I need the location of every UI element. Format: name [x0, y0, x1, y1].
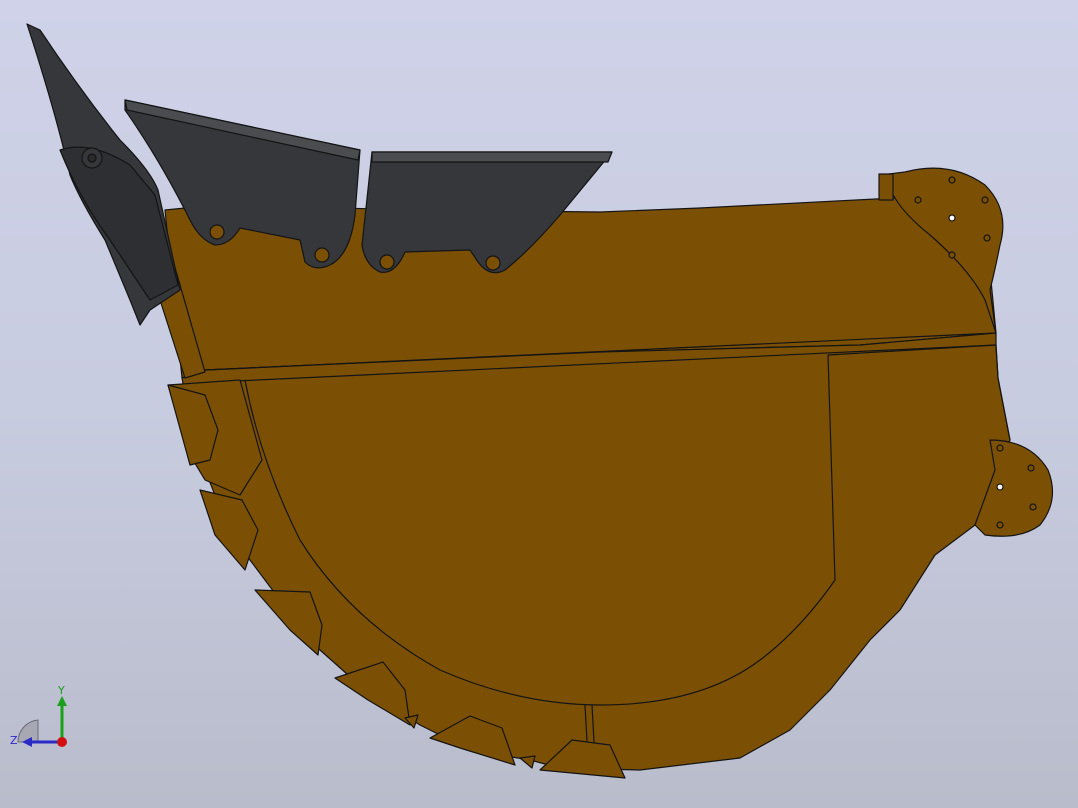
z-axis-label: Z	[10, 734, 18, 747]
graphics-viewport[interactable]: Y Z	[0, 0, 1078, 808]
pivot-bolt	[996, 444, 1004, 452]
pivot-hole	[948, 214, 956, 222]
pivot-bolt	[1029, 503, 1037, 511]
pivot-bolt	[983, 234, 991, 242]
pivot-bolt	[1027, 464, 1035, 472]
heel-shroud-small	[519, 755, 536, 769]
lip-shroud-right-top	[371, 151, 613, 163]
shroud-pin-hole	[485, 255, 501, 271]
heel-shroud	[254, 589, 323, 656]
pivot-bolt	[981, 196, 989, 204]
shroud-pin-hole	[314, 247, 330, 263]
y-axis-label: Y	[57, 684, 65, 697]
shroud-pin-hole	[209, 224, 225, 240]
pivot-bolt	[914, 196, 922, 204]
pivot-bolt	[948, 176, 956, 184]
triad-quarter-sphere	[17, 719, 39, 743]
x-axis-dot	[57, 737, 67, 747]
y-axis-arrow	[57, 696, 67, 706]
shroud-pin-hole	[379, 254, 395, 270]
orientation-triad: Y Z	[10, 684, 67, 747]
pivot-bolt	[996, 521, 1004, 529]
top-lug	[878, 173, 894, 201]
pivot-bolt	[948, 251, 956, 259]
bucket-model[interactable]	[0, 0, 1078, 808]
pivot-hole	[996, 483, 1004, 491]
tooth-retainer-pin-center	[87, 153, 97, 163]
corner-tooth-adapter	[59, 146, 179, 301]
